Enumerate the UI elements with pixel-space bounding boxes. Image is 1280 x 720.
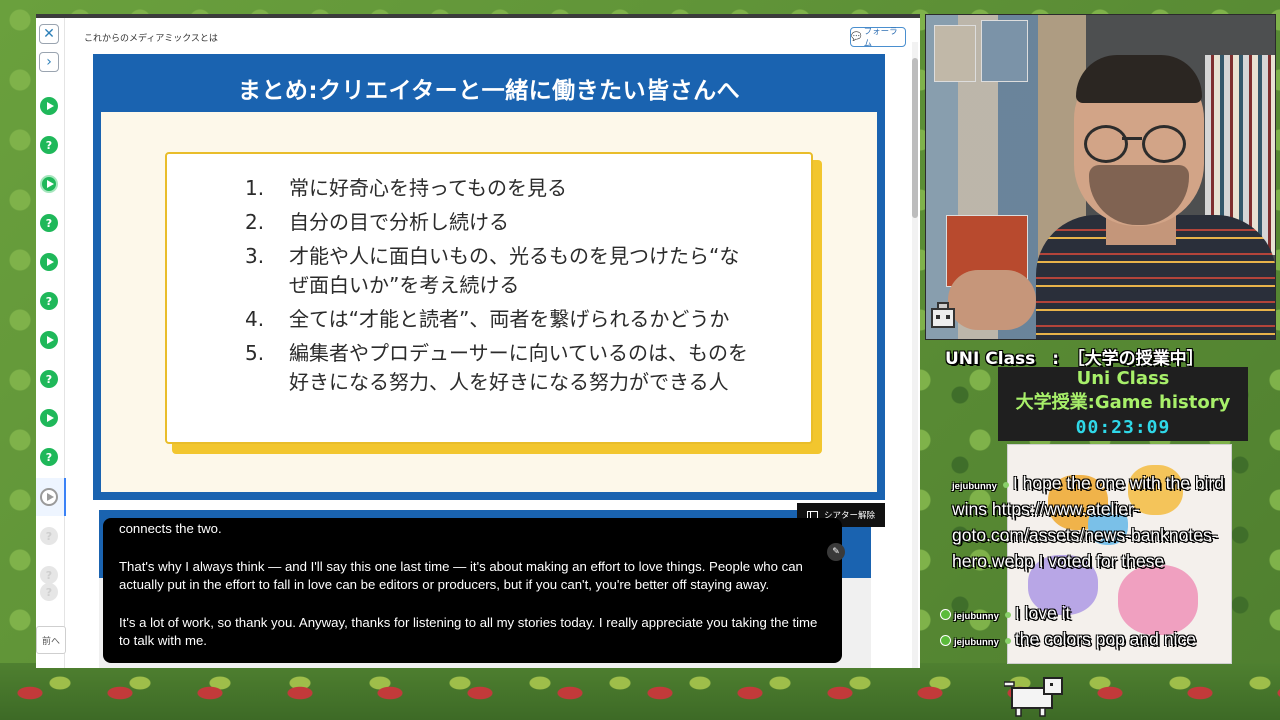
stream-bottom-pattern	[0, 663, 1280, 720]
prev-button[interactable]: 前へ	[36, 626, 66, 654]
chat-message: jejubunny I hope the one with the bird wi…	[952, 470, 1260, 574]
subtitle-line: It's a lot of work, so thank you. Anyway…	[119, 614, 818, 649]
scrollbar[interactable]	[912, 42, 918, 668]
scrollbar-thumb[interactable]	[912, 58, 918, 218]
forum-button-label: フォーラム	[863, 27, 898, 49]
badge-icon	[940, 609, 951, 621]
lesson-quiz-icon[interactable]: ?	[40, 214, 58, 232]
lesson-quiz-icon[interactable]: ?	[40, 370, 58, 388]
subtitle-line: That's why I always think — and I'll say…	[119, 558, 803, 593]
class-name: Uni Class	[1076, 368, 1170, 389]
chat-username: jejubunny	[954, 637, 999, 648]
lesson-video-icon[interactable]	[40, 409, 58, 427]
expand-sidebar-button[interactable]: ›	[39, 52, 59, 72]
list-item-number: 4.	[245, 307, 265, 331]
list-item: 1. 常に好奇心を持ってものを見る	[245, 174, 785, 203]
pencil-icon: ✎	[832, 547, 840, 557]
chevron-right-icon: ›	[46, 54, 52, 70]
list-item-text: 全ては“才能と読者”、両者を繋げられるかどうか	[289, 307, 730, 331]
lesson-sidebar: ✕ › ? ? ? ? ? ? ? ? 前へ	[36, 18, 66, 668]
edit-subtitle-button[interactable]: ✎	[827, 543, 845, 561]
list-item: 2. 自分の目で分析し続ける	[245, 208, 785, 237]
list-item: 5. 編集者やプロデューサーに向いているのは、ものを好きになる努力、人を好きにな…	[245, 339, 785, 397]
poster	[934, 25, 976, 82]
status-dot-icon	[1004, 637, 1011, 644]
person-hand	[948, 270, 1036, 330]
lesson-quiz-icon[interactable]: ?	[40, 136, 58, 154]
locked-quiz-icon: ?	[40, 527, 58, 545]
page-title: これからのメディアミックスとは	[84, 34, 218, 44]
chat-text: the colors pop and nice	[1014, 629, 1196, 649]
lesson-video-icon[interactable]	[40, 97, 58, 115]
summary-card: 1. 常に好奇心を持ってものを見る 2. 自分の目で分析し続ける 3. 才能や人…	[165, 152, 813, 444]
lesson-video-icon[interactable]	[40, 175, 58, 193]
chat-username: jejubunny	[952, 481, 997, 492]
slide-body: 1. 常に好奇心を持ってものを見る 2. 自分の目で分析し続ける 3. 才能や人…	[101, 112, 877, 492]
lesson-quiz-icon[interactable]: ?	[40, 448, 58, 466]
glasses	[1084, 125, 1128, 163]
chat-username: jejubunny	[954, 611, 999, 622]
stream-timer: 00:23:09	[1075, 417, 1171, 438]
poster	[981, 20, 1028, 82]
chat-message: jejubunny I love it	[940, 600, 1260, 626]
chat-message: jejubunny the colors pop and nice	[940, 626, 1260, 652]
chat-text: I love it	[1014, 603, 1071, 623]
status-dot-icon	[1002, 481, 1009, 488]
list-item-text: 常に好奇心を持ってものを見る	[289, 176, 567, 200]
lesson-video-icon[interactable]	[40, 253, 58, 271]
webcam-feed	[925, 14, 1276, 340]
class-info-box: Uni Class 大学授業:Game history 00:23:09	[998, 367, 1248, 441]
close-icon: ✕	[43, 26, 55, 42]
glasses	[1122, 137, 1142, 140]
badge-icon	[940, 635, 951, 647]
status-dot-icon	[1004, 611, 1011, 618]
list-item-text: 自分の目で分析し続ける	[289, 210, 509, 234]
forum-button[interactable]: 💬 フォーラム	[850, 27, 906, 49]
pixel-sprite-icon	[931, 302, 955, 328]
subtitle-overlay: connects the two. That's why I always th…	[103, 518, 842, 663]
summary-list: 1. 常に好奇心を持ってものを見る 2. 自分の目で分析し続ける 3. 才能や人…	[245, 174, 785, 402]
list-item-number: 5.	[245, 341, 265, 365]
glasses	[1142, 125, 1186, 163]
list-item-number: 1.	[245, 176, 265, 200]
list-item-text: 才能や人に面白いもの、光るものを見つけたら“なぜ面白いか”を考え続ける	[289, 244, 740, 297]
class-topic: 大学授業:Game history	[1015, 392, 1231, 413]
lecture-slide: まとめ:クリエイターと一緒に働きたい皆さんへ 1. 常に好奇心を持ってものを見る…	[93, 54, 885, 500]
list-item-number: 3.	[245, 244, 265, 268]
subtitle-line: connects the two.	[119, 521, 222, 536]
locked-quiz-icon: ?	[40, 566, 58, 584]
slide-title: まとめ:クリエイターと一緒に働きたい皆さんへ	[237, 78, 741, 104]
lesson-video-icon[interactable]	[40, 331, 58, 349]
list-item-text: 編集者やプロデューサーに向いているのは、ものを好きになる努力、人を好きになる努力…	[289, 341, 748, 394]
stream-title: UNI Class : ［大学の授業中］	[945, 349, 1204, 369]
pixel-cat-icon	[1004, 677, 1063, 717]
current-lesson-icon[interactable]	[40, 488, 58, 506]
list-item: 3. 才能や人に面白いもの、光るものを見つけたら“なぜ面白いか”を考え続ける	[245, 242, 785, 300]
list-item: 4. 全ては“才能と読者”、両者を繋げられるかどうか	[245, 305, 785, 334]
person-hair	[1076, 55, 1202, 103]
close-button[interactable]: ✕	[39, 24, 59, 44]
list-item-number: 2.	[245, 210, 265, 234]
chat-bubble-icon: 💬	[851, 32, 862, 42]
locked-quiz-icon: ?	[40, 583, 58, 601]
lesson-quiz-icon[interactable]: ?	[40, 292, 58, 310]
